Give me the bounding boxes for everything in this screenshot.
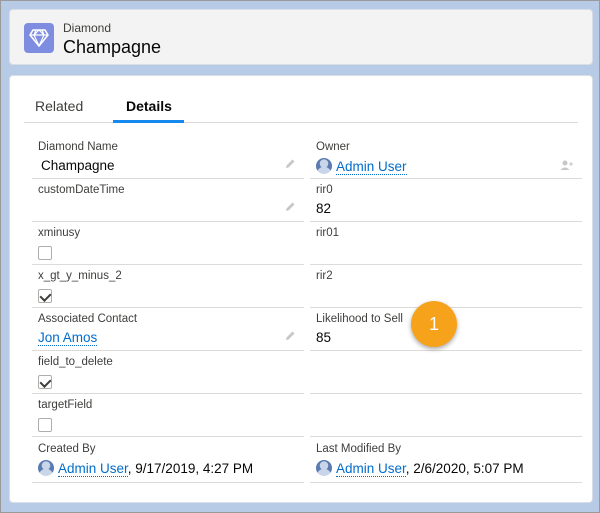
field-rir0: rir0 82 xyxy=(310,179,582,222)
field-empty xyxy=(310,394,582,437)
created-date: , 9/17/2019, 4:27 PM xyxy=(127,461,254,476)
field-owner: Owner Admin User xyxy=(310,136,582,179)
active-tab-indicator xyxy=(113,120,184,123)
record-header: Diamond Champagne xyxy=(9,9,593,65)
field-value: Admin User, 2/6/2020, 5:07 PM xyxy=(316,460,524,477)
field-label: Created By xyxy=(38,443,96,455)
field-value: Admin User, 9/17/2019, 4:27 PM xyxy=(38,460,254,477)
field-xminusy: xminusy xyxy=(32,222,304,265)
diamond-icon xyxy=(24,23,54,53)
field-field-to-delete: field_to_delete xyxy=(32,351,304,394)
callout-marker: 1 xyxy=(411,301,457,347)
pencil-icon[interactable] xyxy=(284,158,296,170)
field-value: 82 xyxy=(316,201,332,216)
field-label: x_gt_y_minus_2 xyxy=(38,270,122,282)
field-customdatetime: customDateTime xyxy=(32,179,304,222)
field-label: Likelihood to Sell xyxy=(316,313,403,325)
record-title: Champagne xyxy=(63,37,162,57)
field-rir2: rir2 xyxy=(310,265,582,308)
field-label: field_to_delete xyxy=(38,356,113,368)
field-label: targetField xyxy=(38,399,93,411)
field-label: Associated Contact xyxy=(38,313,138,325)
checkbox[interactable] xyxy=(38,418,52,432)
field-label: rir0 xyxy=(316,184,333,196)
user-link[interactable]: Admin User xyxy=(336,461,406,477)
user-avatar-icon xyxy=(38,460,54,476)
tab-details[interactable]: Details xyxy=(126,98,172,114)
field-label: Owner xyxy=(316,141,350,153)
checkbox[interactable] xyxy=(38,375,52,389)
field-x-gt-y-minus-2: x_gt_y_minus_2 xyxy=(32,265,304,308)
field-value: Champagne xyxy=(41,158,115,173)
field-diamond-name: Diamond Name Champagne xyxy=(32,136,304,179)
field-label: rir2 xyxy=(316,270,333,282)
details-card: Related Details Diamond Name Champagne c… xyxy=(9,75,593,503)
field-label: xminusy xyxy=(38,227,81,239)
field-empty xyxy=(310,351,582,394)
change-owner-icon[interactable] xyxy=(560,160,574,170)
modified-date: , 2/6/2020, 5:07 PM xyxy=(405,461,524,476)
checkbox[interactable] xyxy=(38,246,52,260)
tab-bar: Related Details xyxy=(10,76,592,124)
field-associated-contact: Associated Contact Jon Amos xyxy=(32,308,304,351)
user-link[interactable]: Admin User xyxy=(58,461,128,477)
contact-link[interactable]: Jon Amos xyxy=(38,330,98,346)
user-avatar-icon xyxy=(316,158,332,174)
checkbox[interactable] xyxy=(38,289,52,303)
field-value: Admin User xyxy=(316,158,407,175)
field-last-modified-by: Last Modified By Admin User, 2/6/2020, 5… xyxy=(310,438,582,483)
field-label: customDateTime xyxy=(38,184,125,196)
owner-link[interactable]: Admin User xyxy=(336,159,407,175)
user-avatar-icon xyxy=(316,460,332,476)
field-label: Last Modified By xyxy=(316,443,402,455)
field-value: 85 xyxy=(316,330,332,345)
pencil-icon[interactable] xyxy=(284,201,296,213)
field-created-by: Created By Admin User, 9/17/2019, 4:27 P… xyxy=(32,438,304,483)
app-frame: Diamond Champagne Related Details Diamon… xyxy=(0,0,600,513)
object-type-label: Diamond xyxy=(63,21,112,35)
tab-divider xyxy=(24,122,578,123)
pencil-icon[interactable] xyxy=(284,330,296,342)
field-rir01: rir01 xyxy=(310,222,582,265)
tab-related[interactable]: Related xyxy=(35,98,83,114)
field-targetfield: targetField xyxy=(32,394,304,437)
field-value: Jon Amos xyxy=(38,330,98,346)
field-label: Diamond Name xyxy=(38,141,118,153)
field-label: rir01 xyxy=(316,227,340,239)
